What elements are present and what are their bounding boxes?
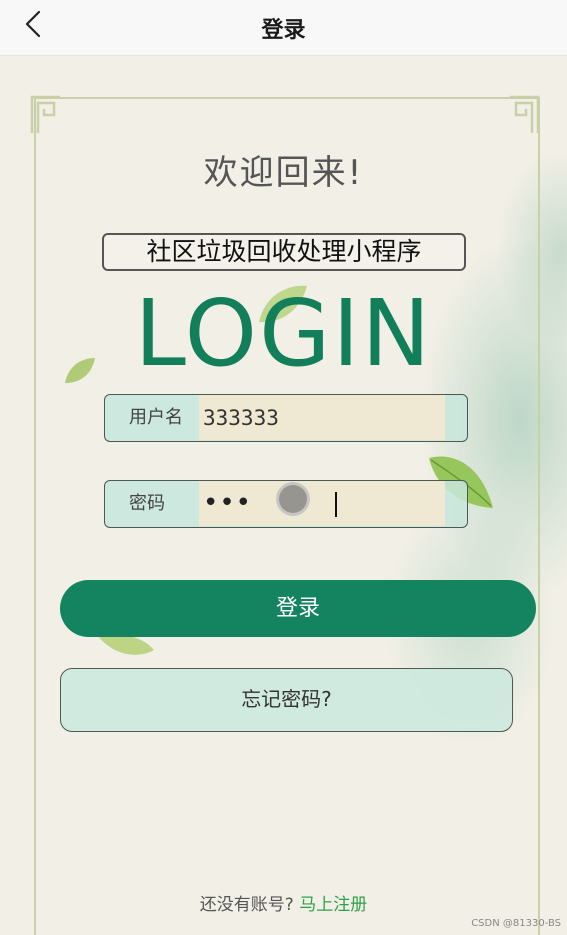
forgot-password-button[interactable]: 忘记密码? [60, 668, 513, 732]
watermark: CSDN @81330-BS [471, 918, 561, 929]
navigation-bar: 登录 [0, 0, 567, 56]
password-label: 密码 [129, 493, 165, 514]
login-button[interactable]: 登录 [60, 580, 536, 637]
text-caret [335, 492, 337, 517]
username-field: 用户名 [104, 394, 468, 442]
login-page: 登录 欢迎回来! 社区垃圾回收处理小程序 LOGIN 用户名 密码 ••• 登录… [0, 0, 567, 935]
username-label: 用户名 [129, 407, 183, 428]
frame-corner-ornament-icon [30, 95, 60, 133]
login-heading: LOGIN [134, 280, 433, 387]
page-title: 登录 [261, 18, 306, 43]
app-name-banner: 社区垃圾回收处理小程序 [102, 233, 466, 271]
password-masked-value: ••• [203, 488, 253, 518]
frame-corner-ornament-icon [510, 95, 540, 133]
register-hint: 还没有账号? [199, 895, 294, 915]
register-prompt: 还没有账号? 马上注册 [0, 890, 567, 915]
touch-indicator [276, 482, 310, 516]
register-link[interactable]: 马上注册 [299, 895, 367, 915]
welcome-heading: 欢迎回来! [203, 153, 364, 193]
username-input[interactable] [199, 395, 445, 440]
